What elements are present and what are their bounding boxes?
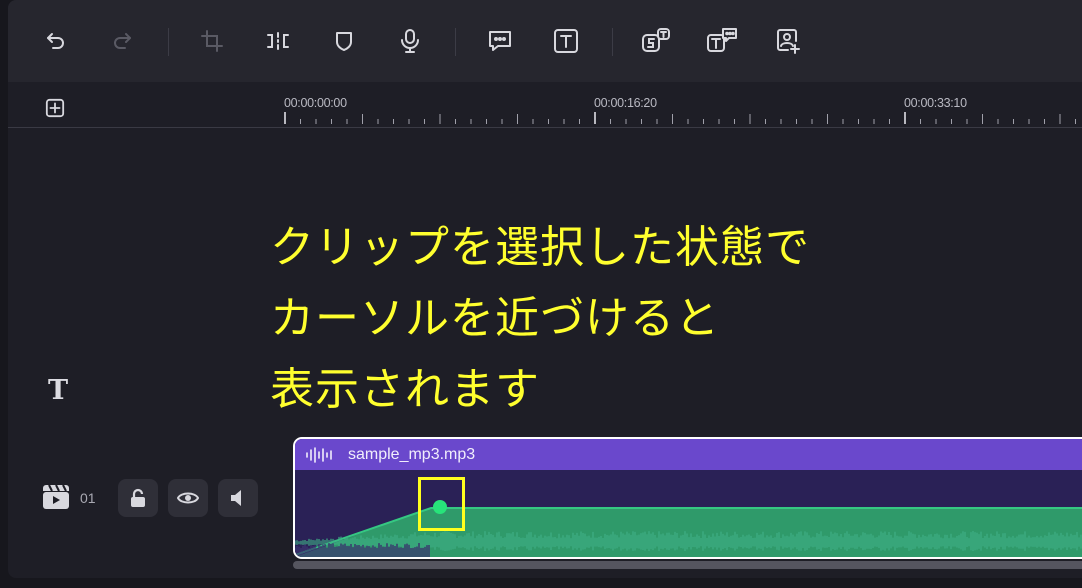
- auto-subtitle-button[interactable]: [640, 24, 672, 58]
- annotation-line: 表示されます: [270, 364, 540, 415]
- record-voice-button[interactable]: [394, 24, 426, 58]
- speaker-icon: [231, 490, 241, 506]
- instruction-annotation: クリップを選択した状態で カーソルを近づけると 表示されます: [270, 212, 810, 425]
- toolbar-divider: [455, 28, 456, 56]
- waveform-icon: [306, 447, 332, 463]
- toggle-visibility-button[interactable]: [168, 479, 208, 517]
- text-to-speech-icon: [707, 28, 737, 52]
- clip-header: sample_mp3.mp3: [295, 439, 1082, 470]
- toolbar-divider: [168, 28, 169, 56]
- split-icon: [267, 32, 289, 50]
- audio-clip[interactable]: sample_mp3.mp3: [293, 437, 1082, 559]
- split-button[interactable]: [262, 24, 294, 58]
- speech-bubble-icon: [489, 31, 511, 51]
- mute-track-button[interactable]: [218, 479, 258, 517]
- lock-track-button[interactable]: [118, 479, 158, 517]
- ai-portrait-icon: [777, 29, 800, 54]
- toolbar-divider: [612, 28, 613, 56]
- plus-box-icon: [45, 98, 65, 118]
- crop-icon: [201, 30, 223, 52]
- add-track-button[interactable]: [45, 98, 65, 118]
- crop-button[interactable]: [196, 24, 228, 58]
- horizontal-scrollbar[interactable]: [293, 561, 1082, 569]
- microphone-icon: [401, 29, 419, 53]
- auto-subtitle-icon: [642, 28, 670, 52]
- ruler-ticks: [284, 112, 1076, 124]
- eye-icon: [177, 492, 199, 504]
- timecode-label: 00:00:16:20: [594, 96, 657, 110]
- clapperboard-icon: [43, 484, 69, 509]
- annotation-line: クリップを選択した状態で: [270, 222, 810, 273]
- comment-button[interactable]: [484, 24, 516, 58]
- redo-icon: [114, 33, 131, 49]
- track-number: 01: [80, 490, 96, 506]
- audio-waveform: [295, 470, 1082, 557]
- text-track-icon: T: [48, 375, 69, 406]
- shield-icon: [336, 32, 352, 51]
- undo-icon: [47, 33, 64, 49]
- text-to-speech-button[interactable]: [706, 24, 738, 58]
- timecode-label: 00:00:00:00: [284, 96, 347, 110]
- annotation-line: カーソルを近づけると: [270, 293, 720, 344]
- ai-portrait-button[interactable]: [772, 24, 804, 58]
- add-text-button[interactable]: [550, 24, 582, 58]
- timeline-toolbar: [8, 0, 1082, 82]
- mask-button[interactable]: [328, 24, 360, 58]
- unlock-icon: [131, 488, 145, 507]
- redo-button[interactable]: [106, 24, 138, 58]
- text-icon: [554, 29, 578, 53]
- editor-timeline-panel: 00:00:00:00 00:00:16:20 00:00:33:10 T 01…: [8, 0, 1082, 578]
- clip-name: sample_mp3.mp3: [348, 446, 476, 463]
- highlight-box: [418, 477, 465, 531]
- undo-button[interactable]: [40, 24, 72, 58]
- timecode-label: 00:00:33:10: [904, 96, 967, 110]
